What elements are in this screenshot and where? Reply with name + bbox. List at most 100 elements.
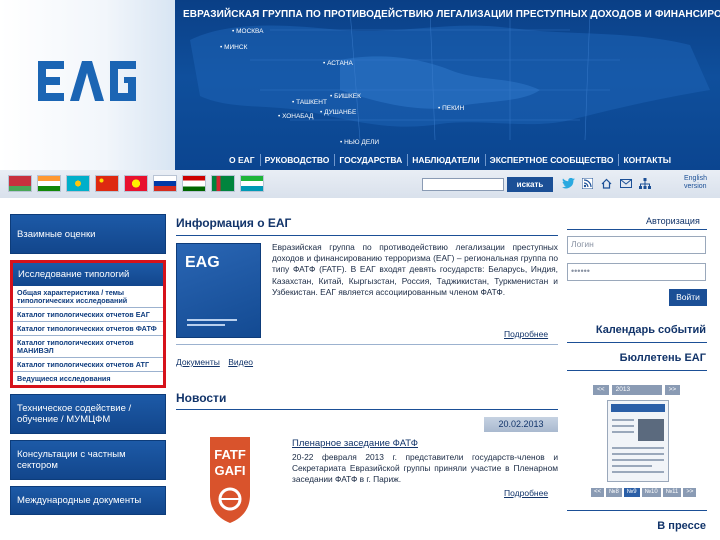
bulletin-prev-button[interactable]: <<	[593, 385, 609, 395]
typology-subitem[interactable]: Каталог типологических отчетов МАНИВЭЛ	[13, 336, 163, 358]
flag-kazakhstan-icon[interactable]	[66, 175, 90, 192]
fatf-logo: FATF GAFI	[210, 437, 250, 523]
twitter-icon[interactable]	[562, 177, 575, 190]
nav-contacts[interactable]: КОНТАКТЫ	[619, 154, 676, 166]
divider	[176, 235, 558, 236]
typology-subitem[interactable]: Каталог типологических отчетов АТГ	[13, 358, 163, 372]
flag-turkmenistan-icon[interactable]	[211, 175, 235, 192]
nav-expert-community[interactable]: ЭКСПЕРТНОЕ СООБЩЕСТВО	[486, 154, 620, 166]
flag-kyrgyzstan-icon[interactable]	[124, 175, 148, 192]
bulletin-cover[interactable]	[607, 400, 669, 482]
bulletin-page-button[interactable]: №11	[662, 488, 682, 497]
news-text: 20-22 февраля 2013 г. представители госу…	[292, 452, 558, 485]
typology-subitem[interactable]: Общая характеристика / темы типологическ…	[13, 286, 163, 308]
divider	[567, 229, 707, 230]
eag-report-cover[interactable]: EAG	[176, 243, 261, 338]
flag-china-icon[interactable]	[95, 175, 119, 192]
fatf-logo-text: FATF	[214, 447, 246, 462]
nav-states[interactable]: ГОСУДАРСТВА	[335, 154, 409, 166]
search-input[interactable]	[422, 178, 504, 191]
rss-icon[interactable]	[581, 177, 594, 190]
flag-tajikistan-icon[interactable]	[182, 175, 206, 192]
sidebar-item-typology[interactable]: Исследование типологий	[13, 263, 163, 286]
lang-label: English	[684, 175, 707, 182]
city-label: БИШКЕК	[330, 93, 361, 100]
news-title-link[interactable]: Пленарное заседание ФАТФ	[292, 438, 418, 449]
video-link[interactable]: Видео	[228, 357, 253, 367]
nav-observers[interactable]: НАБЛЮДАТЕЛИ	[408, 154, 486, 166]
events-calendar-heading[interactable]: Календарь событий	[596, 324, 706, 336]
info-text: Евразийская группа по противодействию ле…	[272, 242, 558, 297]
cover-line	[612, 471, 664, 473]
member-flags	[8, 175, 264, 192]
gafi-logo-text: GAFI	[214, 463, 245, 478]
nav-about[interactable]: О ЕАГ	[225, 154, 261, 166]
nav-leadership[interactable]: РУКОВОДСТВО	[261, 154, 336, 166]
bulletin-page-button[interactable]: №10	[641, 488, 661, 497]
city-label: МИНСК	[220, 44, 247, 51]
svg-text:EAG: EAG	[185, 254, 220, 270]
divider	[176, 409, 558, 410]
bulletin-heading[interactable]: Бюллетень ЕАГ	[620, 352, 706, 364]
cover-line	[612, 447, 664, 449]
flag-belarus-icon[interactable]	[8, 175, 32, 192]
world-map-graphic	[190, 9, 710, 141]
sitemap-icon[interactable]	[638, 177, 651, 190]
search-button[interactable]: искать	[507, 177, 553, 192]
city-label: ПЕКИН	[438, 105, 464, 112]
typology-subitem[interactable]: Ведущиеся исследования	[13, 372, 163, 385]
typology-subitem[interactable]: Каталог типологических отчетов ФАТФ	[13, 322, 163, 336]
bulletin-page-button[interactable]: №8	[606, 488, 622, 497]
documents-link[interactable]: Документы	[176, 357, 220, 367]
bulletin-page-button[interactable]: №9	[623, 488, 640, 497]
flag-russia-icon[interactable]	[153, 175, 177, 192]
city-label: НЬЮ ДЕЛИ	[340, 139, 379, 146]
home-icon[interactable]	[600, 177, 613, 190]
bulletin-page-button[interactable]: >>	[683, 488, 697, 497]
bulletin-pagination: << №8 №9 №10 №11 >>	[591, 488, 697, 497]
press-heading[interactable]: В прессе	[657, 520, 706, 532]
divider	[567, 342, 707, 343]
main-nav: О ЕАГ РУКОВОДСТВО ГОСУДАРСТВА НАБЛЮДАТЕЛ…	[225, 150, 676, 170]
city-label: МОСКВА	[232, 28, 263, 35]
eag-logo-small: EAG	[185, 254, 220, 270]
flag-uzbekistan-icon[interactable]	[240, 175, 264, 192]
bulletin-page-button[interactable]: <<	[591, 488, 605, 497]
cover-line	[612, 465, 652, 467]
login-button[interactable]: Войти	[669, 289, 707, 306]
typology-subitem[interactable]: Каталог типологических отчетов ЕАГ	[13, 308, 163, 322]
cover-photo	[638, 419, 664, 441]
sidebar-item-mutual-evaluations[interactable]: Взаимные оценки	[10, 214, 166, 254]
bulletin-next-button[interactable]: >>	[664, 385, 681, 395]
login-input[interactable]: Логин	[567, 236, 706, 254]
city-label: ХОНАБАД	[278, 113, 313, 120]
social-links	[562, 177, 651, 190]
typology-menu: Исследование типологий Общая характерист…	[10, 260, 166, 388]
sidebar-item-private-sector[interactable]: Консультации с частным сектором	[10, 440, 166, 480]
news-more-link[interactable]: Подробнее	[504, 488, 548, 498]
english-version-link[interactable]: English version	[684, 175, 707, 191]
password-input[interactable]: ••••••	[567, 263, 706, 281]
sidebar-item-technical-assistance[interactable]: Техническое содействие / обучение / МУМЦ…	[10, 394, 166, 434]
news-heading: Новости	[176, 391, 227, 405]
cover-line	[187, 324, 225, 326]
bulletin-year: 2013	[611, 385, 662, 395]
info-more-link[interactable]: Подробнее	[504, 329, 548, 339]
city-label: ТАШКЕНТ	[292, 99, 327, 106]
cover-line	[612, 419, 634, 421]
divider	[567, 370, 707, 371]
city-label: АСТАНА	[323, 60, 353, 67]
auth-heading: Авторизация	[646, 216, 700, 226]
flag-india-icon[interactable]	[37, 175, 61, 192]
sidebar-item-international-documents[interactable]: Международные документы	[10, 486, 166, 515]
cover-line	[612, 459, 664, 461]
info-heading: Информация о ЕАГ	[176, 216, 292, 230]
cover-line	[187, 319, 237, 321]
lang-label: version	[684, 183, 707, 190]
city-label: ДУШАНБЕ	[320, 109, 356, 116]
left-sidebar: Взаимные оценки Исследование типологий О…	[10, 214, 166, 521]
news-date: 20.02.2013	[484, 417, 558, 432]
bulletin-year-nav: << 2013 >>	[593, 385, 681, 395]
org-title: ЕВРАЗИЙСКАЯ ГРУППА ПО ПРОТИВОДЕЙСТВИЮ ЛЕ…	[183, 9, 720, 20]
mail-icon[interactable]	[619, 177, 632, 190]
